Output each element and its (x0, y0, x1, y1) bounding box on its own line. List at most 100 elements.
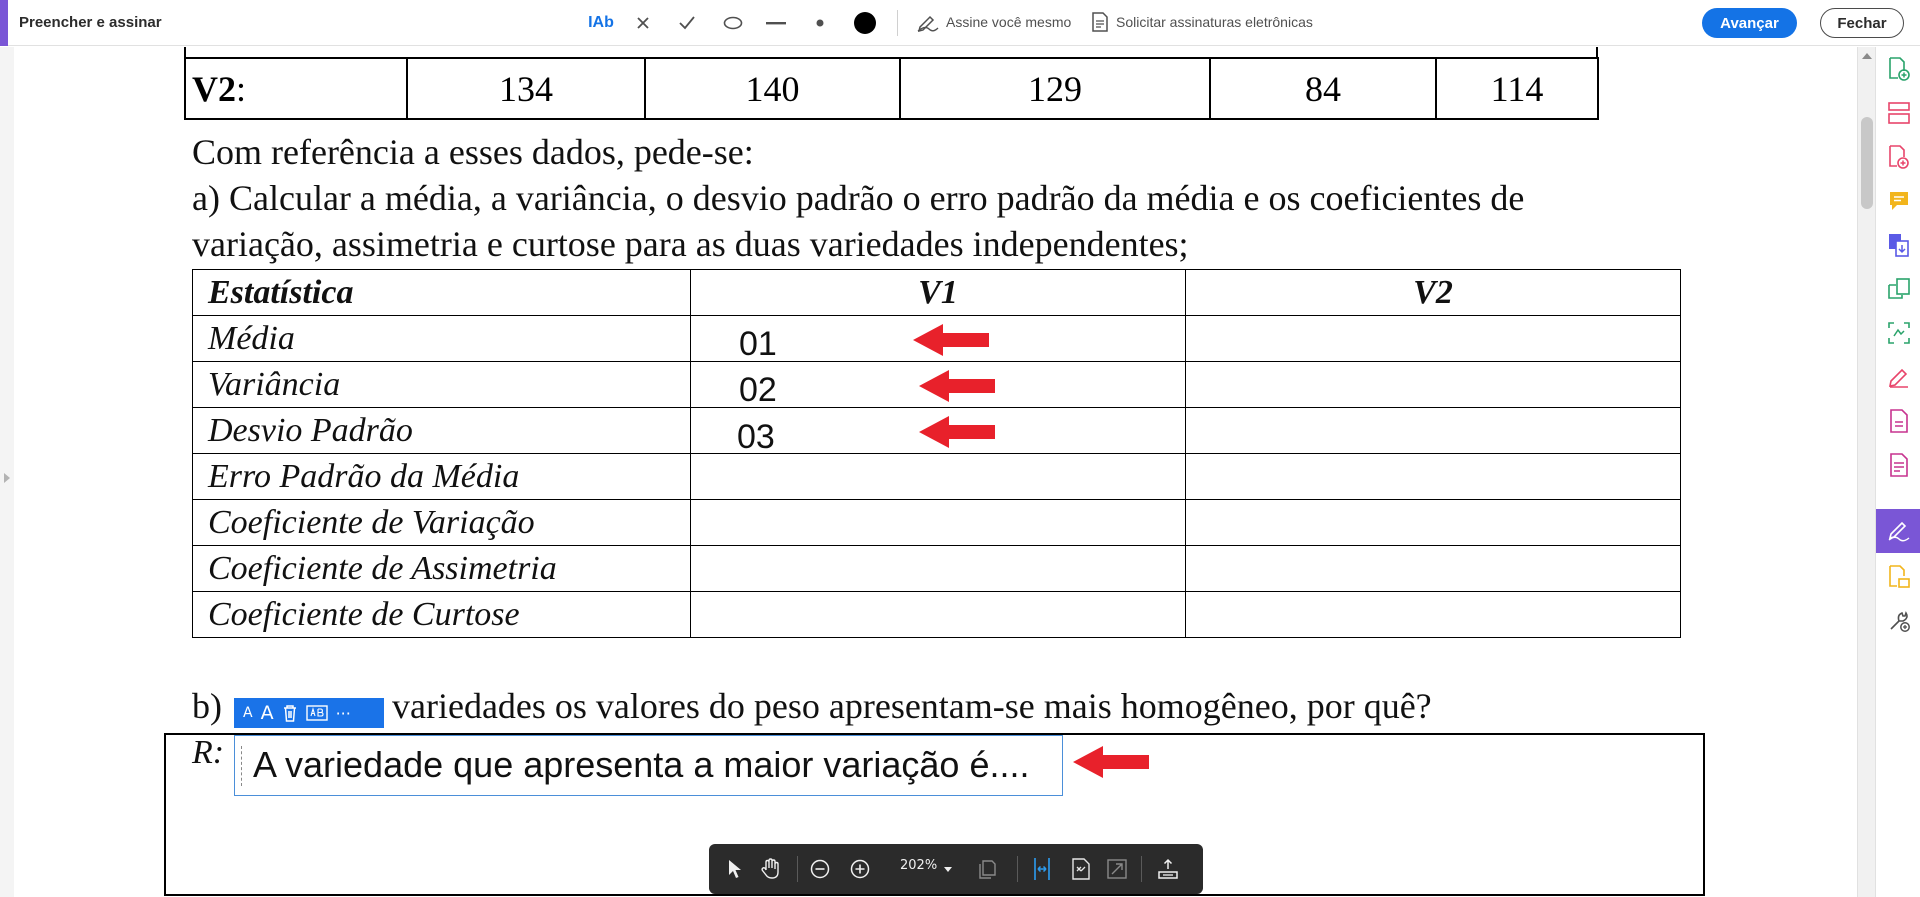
toolbar-divider (797, 856, 798, 882)
fit-width-button[interactable] (1030, 856, 1054, 882)
top-toolbar: Preencher e assinar IAb Assine você mesm… (0, 0, 1920, 46)
zoom-level[interactable]: 202% (900, 858, 937, 873)
select-tool[interactable] (723, 856, 747, 882)
full-screen-button[interactable] (1105, 856, 1129, 882)
v2-cell (1185, 499, 1681, 546)
combine-files-tool[interactable] (1876, 223, 1920, 267)
zoom-in-button[interactable] (848, 856, 872, 882)
table-row: V2: 134 140 129 84 114 (184, 57, 1599, 120)
request-signature-tool[interactable] (1876, 355, 1920, 399)
cursor-arrow-icon (729, 860, 741, 878)
v2-cell: 114 (1435, 57, 1599, 120)
prepare-form-icon (1888, 565, 1910, 588)
fill-sign-icon (1888, 521, 1909, 542)
text-annotation-v1-desvio[interactable]: 03 (737, 418, 775, 457)
v2-cell (1185, 453, 1681, 500)
v2-cell (1185, 315, 1681, 362)
v2-cell (1185, 545, 1681, 592)
red-arrow-left (1073, 746, 1149, 778)
line-tool[interactable] (763, 9, 789, 37)
row-label: Coeficiente de Variação (192, 499, 691, 546)
document-sign-icon (1092, 12, 1108, 32)
scroll-up-icon[interactable] (1862, 53, 1872, 59)
color-picker[interactable] (850, 9, 880, 37)
check-mark-tool[interactable] (675, 9, 699, 37)
v2-cell: 134 (406, 57, 646, 120)
page-thumbnails-button[interactable] (975, 856, 999, 882)
edit-pdf-tool[interactable] (1876, 267, 1920, 311)
header-v2: V2 (1185, 269, 1681, 316)
compress-tool[interactable] (1876, 443, 1920, 487)
vertical-scrollbar[interactable] (1857, 47, 1875, 897)
edit-pdf-icon (1887, 278, 1910, 299)
cross-mark-tool[interactable] (631, 9, 655, 37)
decrease-font-button[interactable]: A (243, 705, 253, 721)
zoom-out-icon (810, 859, 830, 879)
pen-sign-icon (917, 15, 939, 32)
paragraph-item-a: a) Calcular a média, a variância, o desv… (192, 178, 1525, 218)
tools-wrench-icon (1889, 611, 1910, 632)
trash-icon[interactable] (282, 704, 298, 722)
v1-cell (690, 545, 1186, 592)
protect-tool[interactable] (1876, 399, 1920, 443)
paragraph-intro: Com referência a esses dados, pede-se: (192, 132, 754, 172)
sign-yourself-label: Assine você mesmo (946, 14, 1072, 30)
row-label: Variância (192, 361, 691, 408)
organize-pages-tool[interactable] (1876, 91, 1920, 135)
more-tools[interactable] (1876, 599, 1920, 643)
hand-tool[interactable] (758, 856, 784, 882)
dot-icon (816, 19, 824, 27)
request-signatures-button[interactable]: Solicitar assinaturas eletrônicas (1091, 12, 1313, 32)
scrollbar-thumb[interactable] (1861, 117, 1873, 209)
zoom-out-button[interactable] (808, 856, 832, 882)
add-text-tool[interactable]: IAb (586, 9, 616, 37)
export-pdf-tool[interactable] (1876, 135, 1920, 179)
cross-icon (637, 17, 649, 29)
fit-page-button[interactable] (1069, 856, 1093, 882)
v2-cell: 129 (899, 57, 1211, 120)
next-button[interactable]: Avançar (1702, 8, 1797, 38)
document-viewer[interactable]: V2: 134 140 129 84 114 Com referência a … (0, 47, 1857, 897)
fill-and-sign-tool[interactable] (1876, 509, 1920, 553)
organize-pages-icon (1887, 102, 1910, 124)
paragraph-item-a-cont: variação, assimetria e curtose para as d… (192, 224, 1189, 264)
question-b-text: variedades os valores do peso apresentam… (392, 686, 1432, 726)
add-text-icon: IAb (588, 14, 614, 31)
left-panel-toggle[interactable] (0, 47, 14, 897)
text-annotation-v1-variancia[interactable]: 02 (739, 371, 777, 410)
text-caret (241, 746, 242, 786)
right-tools-rail (1875, 47, 1920, 897)
combine-files-icon (1888, 234, 1909, 257)
row-label: Média (192, 315, 691, 362)
text-annotation-v1-media[interactable]: 01 (739, 325, 777, 364)
increase-font-button[interactable]: A (261, 702, 274, 724)
table-row: Coeficiente de Assimetria (192, 545, 1681, 592)
prepare-form-tool[interactable] (1876, 555, 1920, 599)
v2-data-table: V2: 134 140 129 84 114 (184, 57, 1599, 120)
zoom-dropdown[interactable] (941, 856, 955, 882)
create-pdf-tool[interactable] (1876, 47, 1920, 91)
more-options-button[interactable]: ··· (336, 704, 351, 723)
chevron-down-icon (944, 866, 952, 872)
v2-cell (1185, 361, 1681, 408)
red-arrow-left (919, 370, 995, 402)
hand-icon (761, 858, 779, 879)
read-mode-button[interactable] (1155, 856, 1181, 882)
zoom-in-icon (850, 859, 870, 879)
scan-ocr-tool[interactable] (1876, 311, 1920, 355)
v2-cell: 140 (644, 57, 901, 120)
comb-field-icon[interactable] (305, 705, 328, 721)
close-button[interactable]: Fechar (1820, 8, 1904, 38)
circle-tool[interactable] (720, 9, 746, 37)
tray-upload-icon (1158, 858, 1178, 879)
toolbar-divider (1017, 856, 1018, 882)
pages-icon (979, 860, 996, 879)
dot-tool[interactable] (808, 9, 832, 37)
sign-yourself-button[interactable]: Assine você mesmo (917, 12, 1071, 32)
comment-tool[interactable] (1876, 179, 1920, 223)
row-label: Coeficiente de Assimetria (192, 545, 691, 592)
header-v1: V1 (690, 269, 1186, 316)
toolbar-divider (1141, 856, 1142, 882)
answer-text-field[interactable]: A variedade que apresenta a maior variaç… (234, 735, 1063, 796)
table-row: Coeficiente de Curtose (192, 591, 1681, 638)
